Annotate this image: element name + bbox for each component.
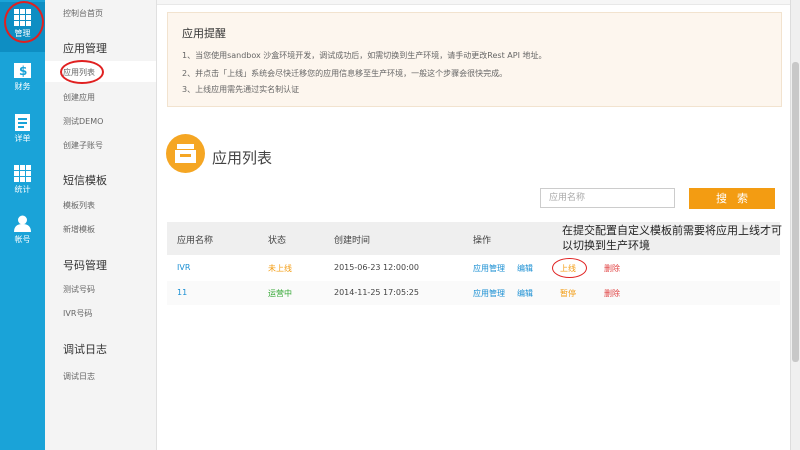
app-list-icon xyxy=(166,134,205,173)
delete-link[interactable]: 删除 xyxy=(604,263,620,274)
sidebar-item-debug-logs[interactable]: 调试日志 xyxy=(63,371,95,382)
main-content: 应用提醒 1、当您使用sandbox 沙盒环境开发，调试成功后，如需切换到生产环… xyxy=(157,0,790,450)
rail-item-account[interactable]: 帐号 xyxy=(0,208,45,258)
status-badge: 运营中 xyxy=(268,289,292,298)
notice-box: 应用提醒 1、当您使用sandbox 沙盒环境开发，调试成功后，如需切换到生产环… xyxy=(167,12,782,107)
sidebar-item-console-home[interactable]: 控制台首页 xyxy=(63,8,103,19)
sidebar-item-ivr-numbers[interactable]: IVR号码 xyxy=(63,308,92,319)
rail-label: 统计 xyxy=(14,185,31,194)
column-header-actions: 操作 xyxy=(473,236,492,246)
column-header-app-name: 应用名称 xyxy=(177,236,214,246)
highlight-circle xyxy=(552,258,587,278)
pause-button[interactable]: 暂停 xyxy=(560,288,576,299)
sidebar-group-debug-logs: 调试日志 xyxy=(63,343,107,356)
rail-item-finance[interactable]: $ 财务 xyxy=(0,55,45,105)
edit-link[interactable]: 编辑 xyxy=(517,263,533,274)
dollar-card-icon: $ xyxy=(14,63,31,78)
vertical-scrollbar[interactable] xyxy=(790,0,800,450)
created-time: 2015-06-23 12:00:00 xyxy=(334,263,419,272)
created-time: 2014-11-25 17:05:25 xyxy=(334,288,419,297)
user-icon xyxy=(14,215,31,232)
annotation-text: 在提交配置自定义模板前需要将应用上线才可以切换到生产环境 xyxy=(562,224,782,252)
notice-line: 2、并点击「上线」系统会尽快迁移您的应用信息移至生产环境，一般这个步骤会很快完成… xyxy=(182,69,508,78)
svg-text:$: $ xyxy=(19,64,27,78)
table-row: 11 运营中 2014-11-25 17:05:25 应用管理 编辑 暂停 删除 xyxy=(167,281,780,305)
highlight-circle xyxy=(60,60,104,84)
grid-icon xyxy=(14,165,31,182)
sidebar-item-create-app[interactable]: 创建应用 xyxy=(63,92,95,103)
app-manage-link[interactable]: 应用管理 xyxy=(473,288,505,299)
table-row: IVR 未上线 2015-06-23 12:00:00 应用管理 编辑 上线 删… xyxy=(167,256,780,280)
delete-link[interactable]: 删除 xyxy=(604,288,620,299)
sidebar-item-test-demo[interactable]: 测试DEMO xyxy=(63,116,103,127)
column-header-created: 创建时间 xyxy=(334,236,371,246)
app-list-title: 应用列表 xyxy=(212,149,273,167)
rail-label: 详单 xyxy=(14,134,31,143)
sidebar-item-add-template[interactable]: 新增模板 xyxy=(63,224,95,235)
highlight-circle xyxy=(4,1,44,43)
rail-item-stats[interactable]: 统计 xyxy=(0,158,45,208)
icon-rail: 管理 $ 财务 详单 统计 帐号 xyxy=(0,0,45,450)
rail-label: 财务 xyxy=(14,82,31,91)
rail-label: 帐号 xyxy=(14,235,31,244)
column-header-status: 状态 xyxy=(268,236,287,246)
top-tab-strip xyxy=(157,0,790,5)
search-button[interactable]: 搜索 xyxy=(689,188,775,209)
app-name-search-input[interactable] xyxy=(540,188,675,208)
receipt-icon xyxy=(15,114,30,131)
sidebar-item-create-subaccount[interactable]: 创建子账号 xyxy=(63,140,103,151)
sidebar-group-app-management: 应用管理 xyxy=(63,42,107,55)
edit-link[interactable]: 编辑 xyxy=(517,288,533,299)
notice-line: 1、当您使用sandbox 沙盒环境开发，调试成功后，如需切换到生产环境，请手动… xyxy=(182,51,547,60)
sidebar-group-number-management: 号码管理 xyxy=(63,259,107,272)
sidebar-item-template-list[interactable]: 模板列表 xyxy=(63,200,95,211)
scrollbar-thumb[interactable] xyxy=(792,62,799,362)
notice-line: 3、上线应用需先通过实名制认证 xyxy=(182,85,300,94)
app-manage-link[interactable]: 应用管理 xyxy=(473,263,505,274)
sidebar-item-test-numbers[interactable]: 测试号码 xyxy=(63,284,95,295)
rail-item-details[interactable]: 详单 xyxy=(0,107,45,157)
app-name-link[interactable]: IVR xyxy=(177,263,190,272)
app-name-link[interactable]: 11 xyxy=(177,288,187,297)
notice-title: 应用提醒 xyxy=(182,27,226,40)
status-badge: 未上线 xyxy=(268,264,292,273)
sidebar-group-sms-templates: 短信模板 xyxy=(63,174,107,187)
